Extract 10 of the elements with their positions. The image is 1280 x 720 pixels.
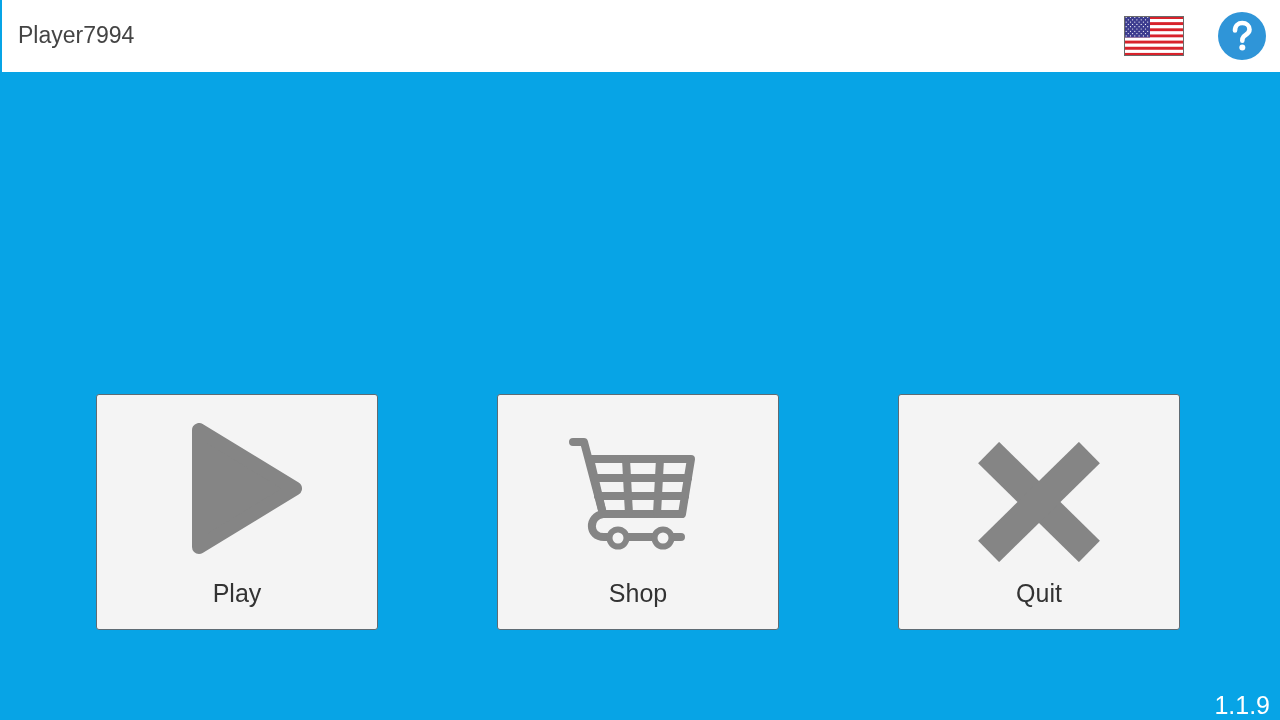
menu-button[interactable]: Shop <box>497 394 779 630</box>
flag-icon[interactable] <box>1124 16 1184 56</box>
menu-button[interactable]: Play <box>96 394 378 630</box>
play-icon <box>192 423 302 554</box>
cross-icon <box>978 442 1100 562</box>
help-icon[interactable] <box>1218 12 1266 60</box>
player-name: Player7994 <box>18 22 135 50</box>
menu-button[interactable]: Quit <box>898 394 1180 630</box>
cart-icon <box>567 437 696 551</box>
version-label: 1.1.9 <box>1214 690 1271 720</box>
